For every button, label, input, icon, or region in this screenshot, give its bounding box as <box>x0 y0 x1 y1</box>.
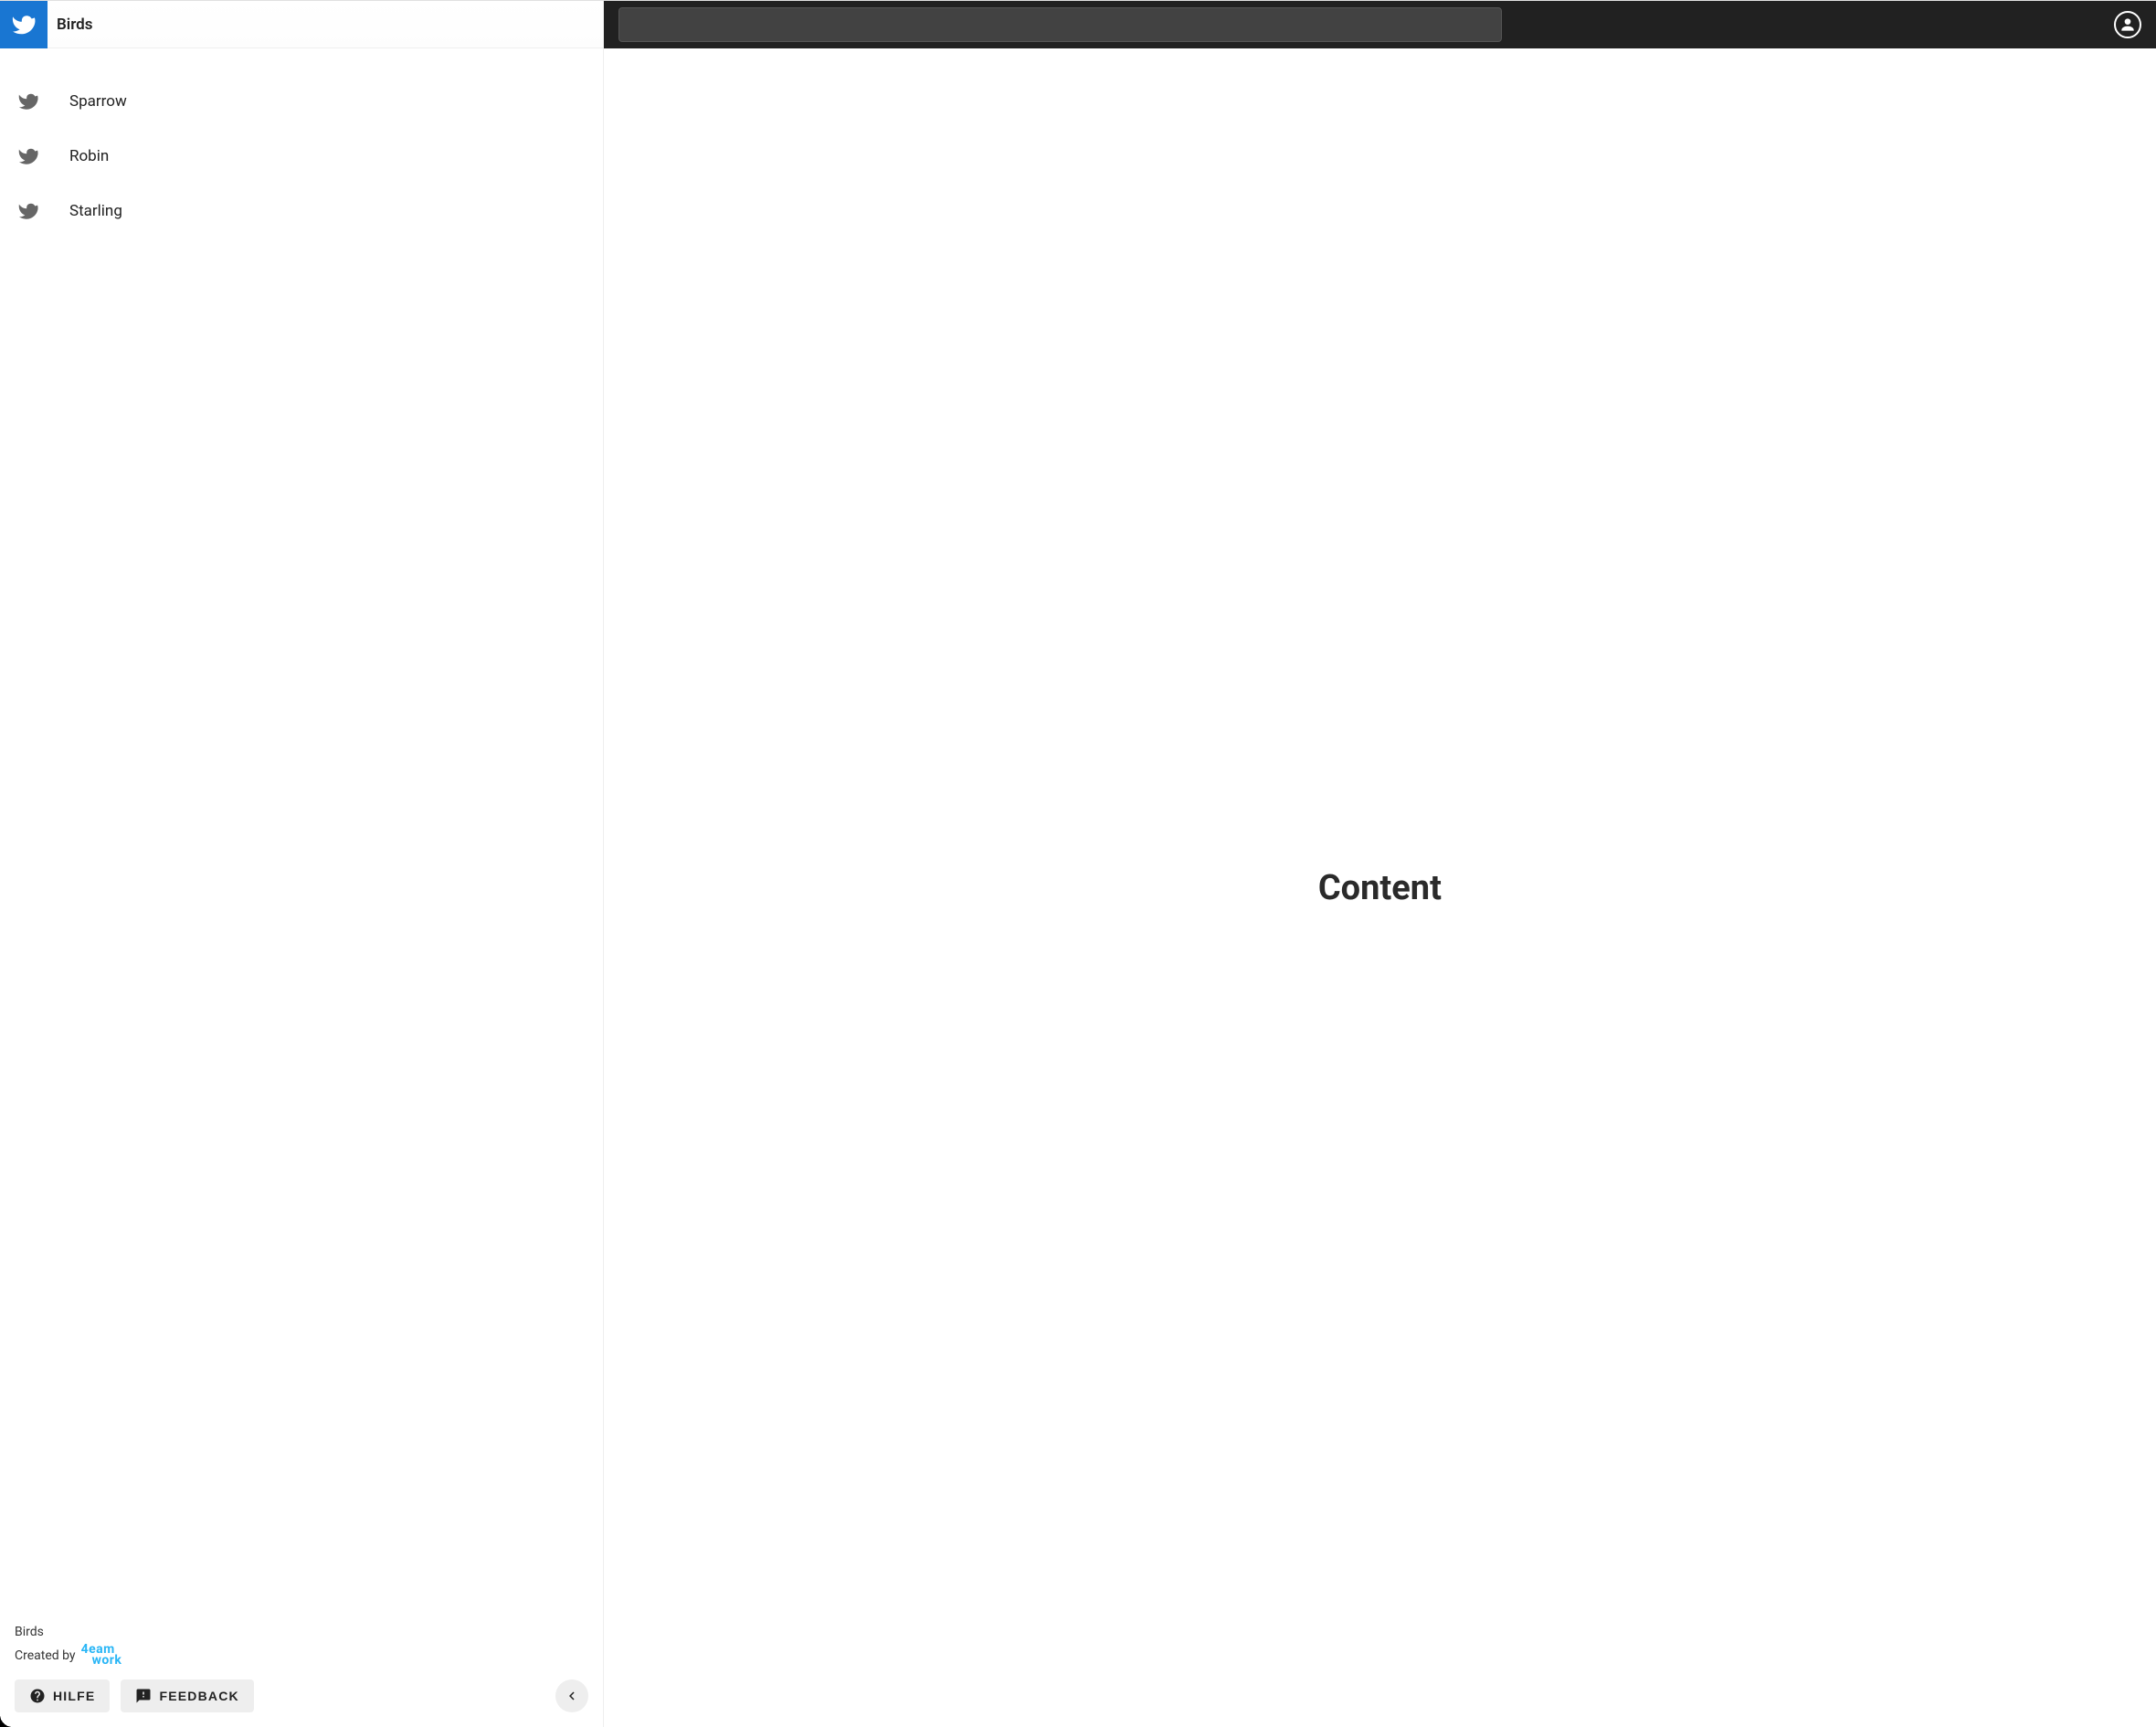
collapse-sidebar-button[interactable] <box>555 1679 588 1712</box>
sidebar-item-label: Sparrow <box>69 92 127 111</box>
vendor-logo[interactable]: eam work <box>81 1645 122 1667</box>
feedback-button-label: FEEDBACK <box>159 1689 238 1703</box>
sidebar: Birds Sparrow Robin Starling Birds Creat… <box>0 1 604 1727</box>
feedback-button[interactable]: FEEDBACK <box>121 1679 253 1712</box>
help-button-label: HILFE <box>53 1689 95 1703</box>
app-title: Birds <box>57 16 92 34</box>
sidebar-item-sparrow[interactable]: Sparrow <box>0 74 603 129</box>
vendor-logo-row2: work <box>92 1656 122 1667</box>
window-corner-decoration <box>0 1714 13 1727</box>
sidebar-footer: Birds Created by eam work HILFE FEEDBACK <box>0 1616 603 1727</box>
help-icon <box>29 1688 46 1704</box>
content-heading: Content <box>1318 868 1442 908</box>
feedback-icon <box>135 1688 152 1704</box>
created-by-row: Created by eam work <box>15 1645 588 1667</box>
chevron-left-icon <box>564 1688 580 1704</box>
account-button[interactable] <box>2114 11 2141 38</box>
sidebar-item-robin[interactable]: Robin <box>0 129 603 184</box>
footer-buttons: HILFE FEEDBACK <box>15 1679 588 1712</box>
app-root: Birds Sparrow Robin Starling Birds Creat… <box>0 0 2156 1727</box>
sidebar-item-label: Starling <box>69 202 122 220</box>
search-input[interactable] <box>618 7 1502 42</box>
sidebar-item-label: Robin <box>69 147 109 165</box>
help-button[interactable]: HILFE <box>15 1679 110 1712</box>
bird-icon <box>12 13 36 37</box>
bird-icon <box>18 201 38 221</box>
bird-icon <box>18 91 38 111</box>
main: Content <box>604 1 2156 1727</box>
account-icon <box>2119 16 2137 34</box>
footer-app-name: Birds <box>15 1625 588 1639</box>
topbar <box>604 1 2156 48</box>
bird-icon <box>18 146 38 166</box>
content-area: Content <box>604 48 2156 1727</box>
sidebar-nav: Sparrow Robin Starling <box>0 48 603 1616</box>
app-logo[interactable] <box>0 1 48 48</box>
sidebar-header: Birds <box>0 1 603 48</box>
sidebar-item-starling[interactable]: Starling <box>0 184 603 238</box>
created-by-label: Created by <box>15 1648 76 1663</box>
